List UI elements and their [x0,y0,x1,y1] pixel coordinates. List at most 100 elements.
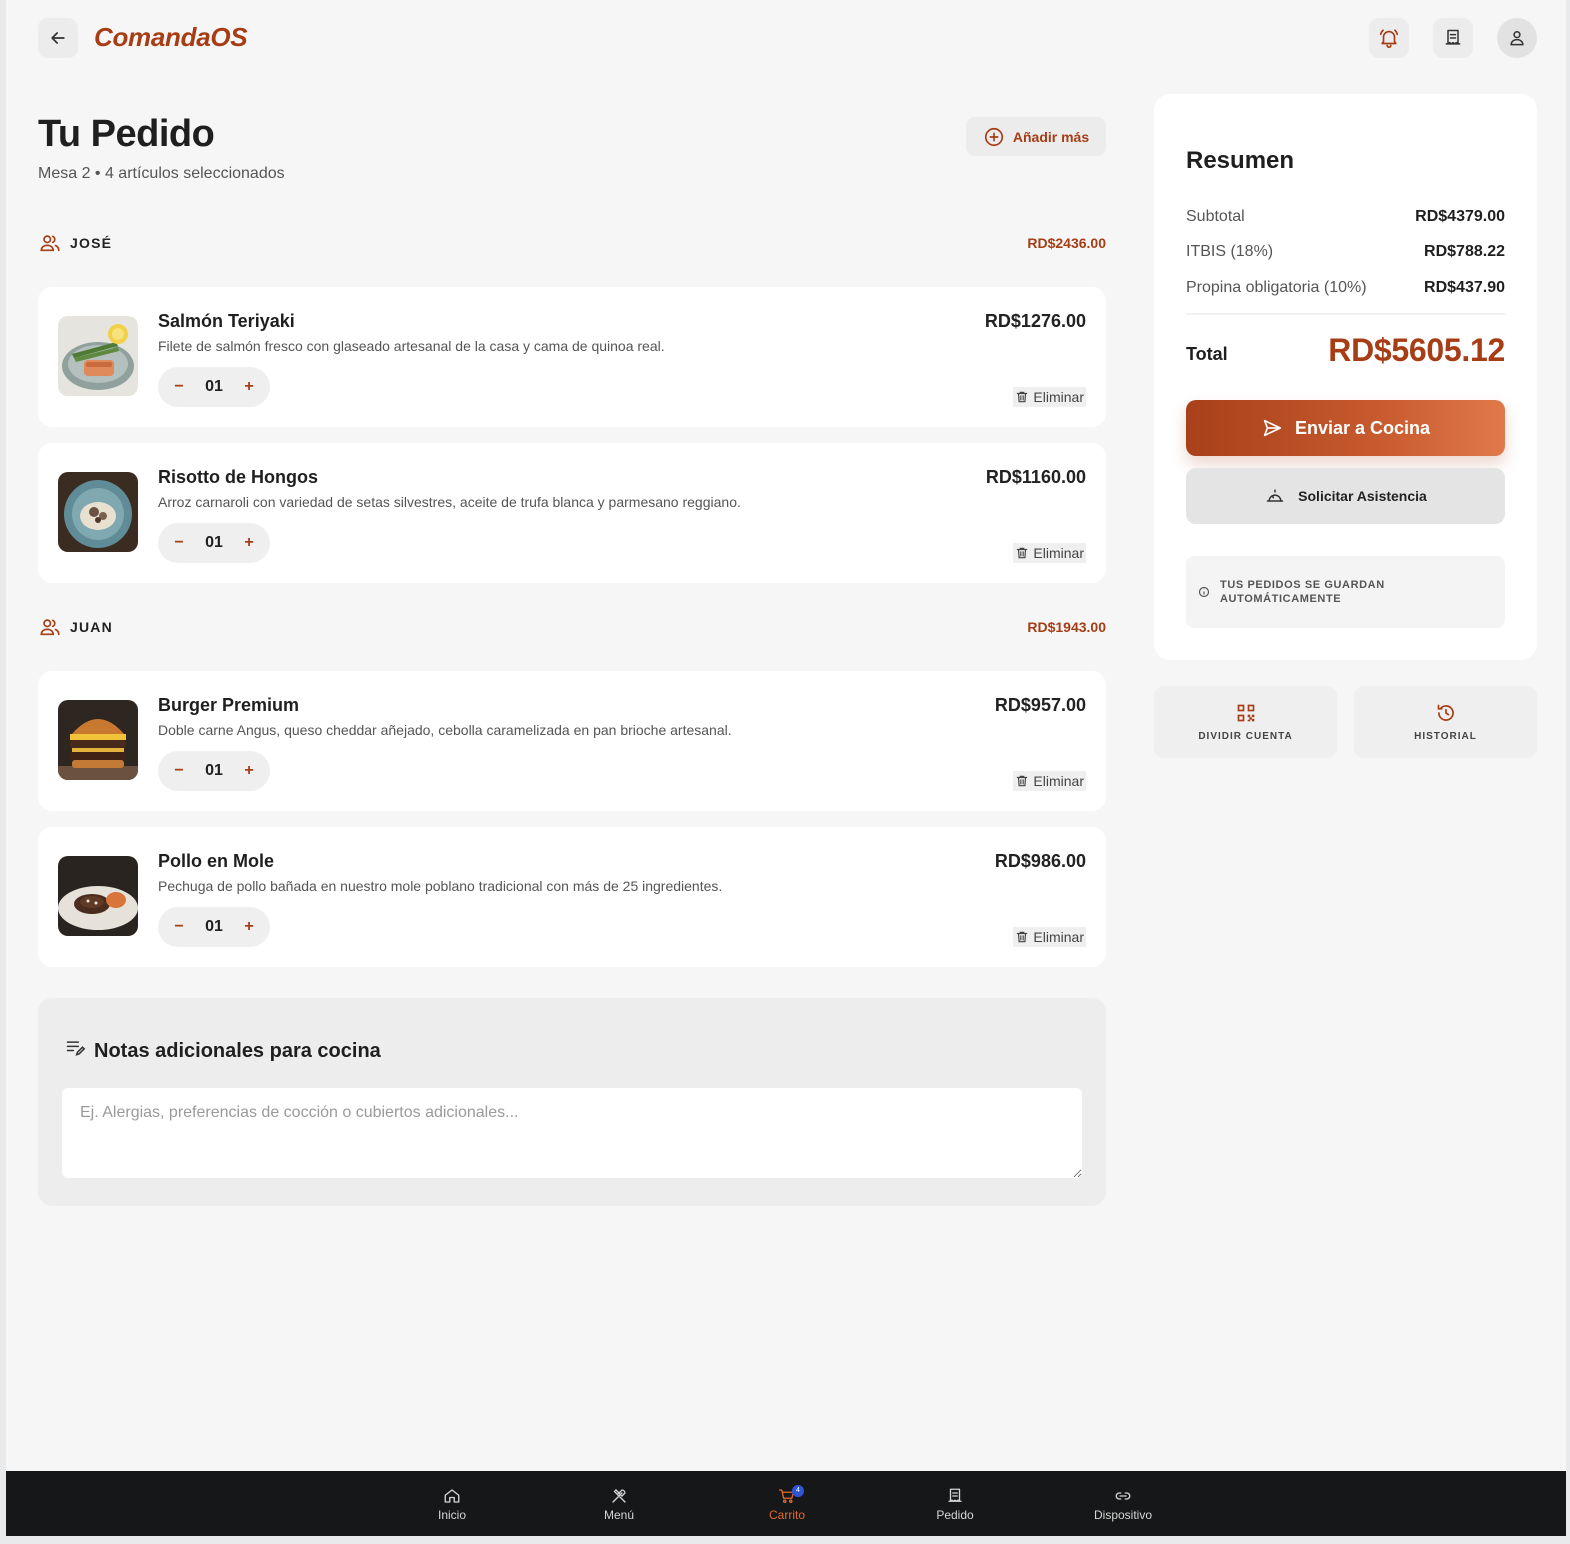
waiter-bell-icon [1266,489,1284,502]
quantity-stepper: − 01 + [158,367,270,407]
burger-dish-image [58,700,138,780]
split-bill-label: DIVIDIR CUENTA [1198,730,1293,742]
quantity-value: 01 [205,378,223,395]
quantity-value: 01 [205,534,223,551]
utensils-icon [612,1489,626,1503]
mole-dish-image [58,856,138,936]
autosave-info: TUS PEDIDOS SE GUARDAN AUTOMÁTICAMENTE [1186,556,1505,628]
remove-label: Eliminar [1033,389,1084,405]
qr-code-icon [1237,704,1254,721]
users-icon [40,235,60,252]
request-assistance-button[interactable]: Solicitar Asistencia [1186,468,1505,524]
summary-panel: Resumen Subtotal RD$4379.00 ITBIS (18%) … [1154,94,1537,660]
summary-title: Resumen [1186,147,1295,174]
split-bill-button[interactable]: DIVIDIR CUENTA [1154,686,1337,758]
send-to-kitchen-button[interactable]: Enviar a Cocina [1186,400,1505,456]
top-bar: ComandaOS [6,0,1566,78]
nav-item-menu[interactable]: Menú [574,1487,664,1522]
remove-item-button[interactable]: Eliminar [1013,771,1086,791]
history-label: HISTORIAL [1414,730,1477,742]
increase-quantity-button[interactable]: + [242,762,256,780]
decrease-quantity-button[interactable]: − [172,378,186,396]
user-icon [1510,30,1524,46]
remove-label: Eliminar [1033,929,1084,945]
quantity-stepper: − 01 + [158,751,270,791]
diner-header-jose: JOSÉ RD$2436.00 [38,231,1106,255]
increase-quantity-button[interactable]: + [242,918,256,936]
receipt-button[interactable] [1433,18,1473,58]
summary-label: Subtotal [1186,208,1245,225]
quantity-value: 01 [205,762,223,779]
add-more-button[interactable]: Añadir más [966,117,1106,156]
autosave-text: TUS PEDIDOS SE GUARDAN AUTOMÁTICAMENTE [1220,579,1385,605]
item-price: RD$1276.00 [984,311,1086,331]
item-description: Doble carne Angus, queso cheddar añejado… [158,722,732,738]
profile-button[interactable] [1497,18,1537,58]
remove-item-button[interactable]: Eliminar [1013,387,1086,407]
bottom-edge [0,1536,1570,1544]
trash-icon [1017,391,1028,403]
remove-item-button[interactable]: Eliminar [1013,927,1086,947]
diner-name: JOSÉ [70,235,113,251]
summary-value: RD$437.90 [1424,279,1505,296]
remove-label: Eliminar [1033,545,1084,561]
remove-label: Eliminar [1033,773,1084,789]
order-item-card: Risotto de Hongos Arroz carnaroli con va… [38,443,1106,583]
kitchen-notes-input[interactable] [62,1088,1082,1178]
summary-row-tip: Propina obligatoria (10%) RD$437.90 [1186,279,1505,297]
right-edge [1566,0,1570,1544]
total-value: RD$5605.12 [1328,332,1505,368]
bell-alert-icon [1379,29,1399,48]
summary-label: Propina obligatoria (10%) [1186,279,1367,296]
summary-value: RD$788.22 [1424,243,1505,260]
nav-label: Carrito [768,1508,805,1522]
trash-icon [1017,775,1028,787]
summary-row-itbis: ITBIS (18%) RD$788.22 [1186,243,1505,261]
item-price: RD$1160.00 [985,467,1086,487]
increase-quantity-button[interactable]: + [242,534,256,552]
arrow-left-icon [51,32,65,44]
item-title: Salmón Teriyaki [158,311,295,331]
nav-label: Dispositivo [1093,1508,1153,1522]
nav-item-pedido[interactable]: Pedido [910,1487,1000,1522]
nav-item-dispositivo[interactable]: Dispositivo [1078,1487,1168,1522]
summary-label: ITBIS (18%) [1186,243,1274,260]
summary-row-subtotal: Subtotal RD$4379.00 [1186,208,1505,226]
decrease-quantity-button[interactable]: − [172,918,186,936]
order-item-card: Salmón Teriyaki Filete de salmón fresco … [38,287,1106,427]
add-more-label: Añadir más [1012,128,1090,145]
nav-item-inicio[interactable]: Inicio [407,1487,497,1522]
summary-divider [1186,313,1505,315]
assist-label: Solicitar Asistencia [1298,488,1427,504]
trash-icon [1017,547,1028,559]
info-icon [1198,586,1210,598]
history-button[interactable]: HISTORIAL [1354,686,1537,758]
brand-logo: ComandaOS [94,22,248,52]
item-price: RD$986.00 [994,851,1086,871]
nav-label: Pedido [936,1508,974,1522]
order-item-card: Pollo en Mole Pechuga de pollo bañada en… [38,827,1106,967]
remove-item-button[interactable]: Eliminar [1013,543,1086,563]
item-price: RD$957.00 [994,695,1086,715]
diner-amount: RD$2436.00 [1027,235,1106,251]
item-description: Pechuga de pollo bañada en nuestro mole … [158,878,723,894]
history-icon [1437,704,1454,721]
receipt-icon [1445,29,1461,45]
back-button[interactable] [38,18,78,58]
decrease-quantity-button[interactable]: − [172,762,186,780]
nav-label: Inicio [437,1508,466,1522]
decrease-quantity-button[interactable]: − [172,534,186,552]
increase-quantity-button[interactable]: + [242,378,256,396]
nav-item-carrito[interactable]: 4 Carrito [742,1485,832,1522]
trash-icon [1017,931,1028,943]
send-icon [1263,419,1282,437]
notes-title: Notas adicionales para cocina [94,1040,381,1062]
home-icon [444,1489,460,1503]
total-label: Total [1186,344,1228,364]
notifications-button[interactable] [1369,18,1409,58]
item-title: Burger Premium [158,695,300,715]
diner-name: JUAN [70,619,113,635]
item-title: Risotto de Hongos [158,467,318,487]
item-description: Arroz carnaroli con variedad de setas si… [158,494,741,510]
quantity-stepper: − 01 + [158,523,270,563]
